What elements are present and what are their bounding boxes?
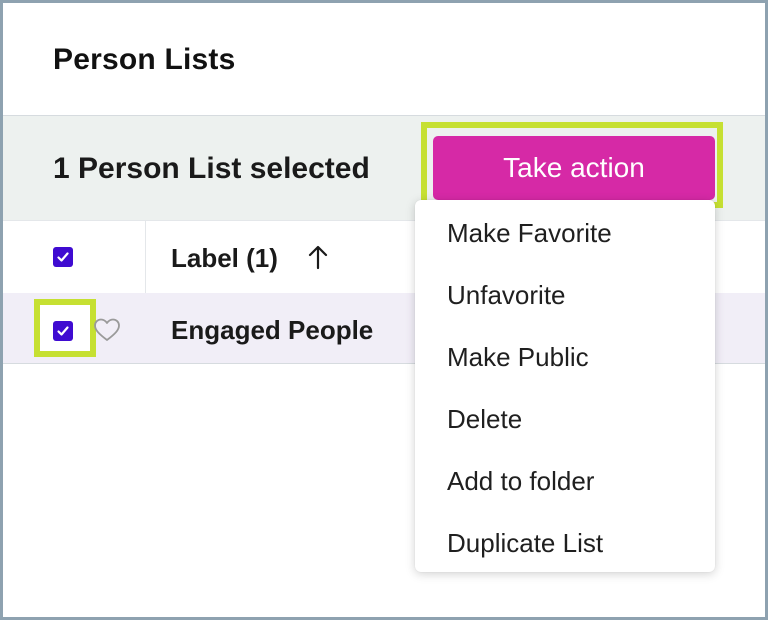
list-label[interactable]: Engaged People bbox=[171, 315, 373, 346]
take-action-menu: Make Favorite Unfavorite Make Public Del… bbox=[415, 200, 715, 572]
arrow-up-icon[interactable] bbox=[306, 243, 330, 271]
select-all-checkbox[interactable] bbox=[53, 247, 73, 267]
checkmark-icon bbox=[57, 252, 69, 262]
page-header: Person Lists bbox=[3, 3, 765, 116]
selection-count-text: 1 Person List selected bbox=[53, 152, 370, 185]
checkmark-icon bbox=[57, 326, 69, 336]
row-checkbox[interactable] bbox=[53, 321, 73, 341]
menu-item-add-to-folder[interactable]: Add to folder bbox=[447, 466, 594, 497]
menu-item-make-favorite[interactable]: Make Favorite bbox=[447, 218, 612, 249]
menu-item-duplicate-list[interactable]: Duplicate List bbox=[447, 528, 603, 559]
column-header-label[interactable]: Label (1) bbox=[171, 243, 278, 274]
menu-item-unfavorite[interactable]: Unfavorite bbox=[447, 280, 566, 311]
header-checkbox-cell bbox=[3, 221, 146, 293]
heart-outline-icon[interactable] bbox=[93, 317, 121, 343]
app-window: Person Lists 1 Person List selected Take… bbox=[3, 3, 765, 617]
menu-item-make-public[interactable]: Make Public bbox=[447, 342, 589, 373]
take-action-button[interactable]: Take action bbox=[433, 136, 715, 200]
menu-item-delete[interactable]: Delete bbox=[447, 404, 522, 435]
page-title: Person Lists bbox=[53, 43, 236, 76]
